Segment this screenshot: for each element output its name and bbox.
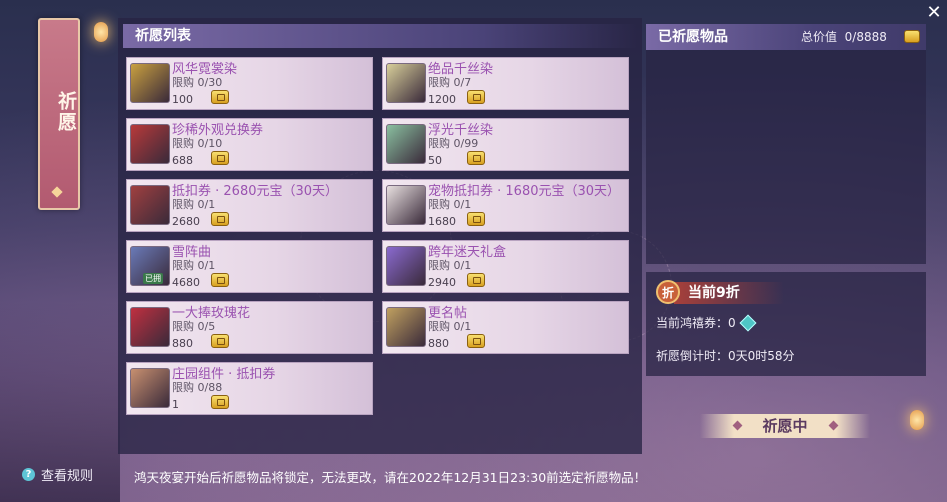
- wish-item-card[interactable]: 雪阵曲 限购 0/1 4680 已拥: [126, 240, 373, 293]
- item-limit: 限购 0/1: [172, 198, 216, 211]
- item-thumbnail: [386, 246, 426, 286]
- item-limit: 限购 0/7: [428, 76, 472, 89]
- wish-item-card[interactable]: 抵扣券 · 2680元宝（30天） 限购 0/1 2680: [126, 179, 373, 232]
- item-limit: 限购 0/1: [428, 259, 472, 272]
- item-limit: 限购 0/88: [172, 381, 223, 394]
- discount-label: 当前9折: [674, 282, 784, 304]
- item-limit: 限购 0/30: [172, 76, 223, 89]
- item-price: 100: [172, 93, 193, 106]
- diamond-ornament-icon: [51, 186, 63, 198]
- wished-items-panel: 已祈愿物品 总价值 0/8888: [646, 24, 926, 264]
- wish-item-card[interactable]: 一大捧玫瑰花 限购 0/5 880: [126, 301, 373, 354]
- wish-status-button[interactable]: 祈愿中: [700, 414, 870, 438]
- wish-item-card[interactable]: 珍稀外观兑换券 限购 0/10 688: [126, 118, 373, 171]
- side-tab-label: 祈愿: [55, 91, 77, 133]
- item-price: 1: [172, 398, 179, 411]
- gold-ingot-icon: [211, 395, 229, 409]
- item-price: 4680: [172, 276, 200, 289]
- total-value-amount: 0/8888: [844, 30, 887, 44]
- item-thumbnail: [130, 124, 170, 164]
- wish-item-card[interactable]: 风华霓裳染 限购 0/30 100: [126, 57, 373, 110]
- coupon-count: 当前鸿禧券：0: [656, 316, 736, 330]
- question-icon: ?: [22, 468, 35, 481]
- item-limit: 限购 0/1: [172, 259, 216, 272]
- gold-ingot-icon: [467, 151, 485, 165]
- item-price: 50: [428, 154, 442, 167]
- item-thumbnail: [130, 63, 170, 103]
- wished-items-header: 已祈愿物品 总价值 0/8888: [646, 24, 926, 50]
- discount-panel: 当前9折 折 当前鸿禧券：0 祈愿倒计时：0天0时58分: [646, 272, 926, 376]
- item-price: 2940: [428, 276, 456, 289]
- item-price: 880: [428, 337, 449, 350]
- item-price: 880: [172, 337, 193, 350]
- item-thumbnail: [130, 307, 170, 347]
- gold-ingot-icon: [211, 90, 229, 104]
- wished-items-title: 已祈愿物品: [658, 29, 728, 45]
- item-thumbnail: [386, 63, 426, 103]
- item-thumbnail: [386, 307, 426, 347]
- lantern-icon: [910, 410, 924, 430]
- owned-badge: 已拥: [143, 273, 163, 284]
- gold-ingot-icon: [211, 151, 229, 165]
- gold-ingot-icon: [467, 212, 485, 226]
- rules-label: 查看规则: [41, 469, 94, 484]
- item-price: 2680: [172, 215, 200, 228]
- gold-ingot-icon: [467, 90, 485, 104]
- gold-ingot-icon: [467, 334, 485, 348]
- coupon-gem-icon[interactable]: [739, 314, 757, 331]
- gold-ingot-icon: [211, 273, 229, 287]
- wish-item-card[interactable]: 浮光千丝染 限购 0/99 50: [382, 118, 629, 171]
- item-limit: 限购 0/1: [428, 198, 472, 211]
- wish-item-card[interactable]: 宠物抵扣券 · 1680元宝（30天） 限购 0/1 1680: [382, 179, 629, 232]
- item-thumbnail: [130, 368, 170, 408]
- diamond-ornament-icon: [732, 420, 743, 431]
- coupon-row: 当前鸿禧券：0: [656, 314, 757, 331]
- wish-list-title: 祈愿列表: [123, 24, 637, 48]
- wish-status-label: 祈愿中: [762, 417, 808, 435]
- item-thumbnail: [386, 124, 426, 164]
- gold-ingot-icon: [211, 334, 229, 348]
- gold-ingot-icon: [904, 30, 920, 43]
- lantern-icon: [94, 22, 108, 42]
- item-thumbnail: [130, 185, 170, 225]
- discount-icon: 折: [656, 280, 680, 304]
- total-value-label: 总价值: [801, 30, 838, 44]
- wish-item-card[interactable]: 跨年迷天礼盒 限购 0/1 2940: [382, 240, 629, 293]
- item-limit: 限购 0/5: [172, 320, 216, 333]
- wish-item-card[interactable]: 更名帖 限购 0/1 880: [382, 301, 629, 354]
- total-value: 总价值 0/8888: [801, 24, 887, 50]
- item-limit: 限购 0/99: [428, 137, 479, 150]
- rules-link[interactable]: ? 查看规则: [22, 465, 93, 484]
- item-price: 1680: [428, 215, 456, 228]
- lock-notice: 鸿天夜宴开始后祈愿物品将锁定，无法更改，请在2022年12月31日23:30前选…: [134, 470, 647, 485]
- diamond-ornament-icon: [828, 420, 839, 431]
- item-limit: 限购 0/10: [172, 137, 223, 150]
- wish-item-card[interactable]: 庄园组件 · 抵扣券 限购 0/88 1: [126, 362, 373, 415]
- wish-countdown: 祈愿倒计时：0天0时58分: [656, 349, 795, 363]
- gold-ingot-icon: [211, 212, 229, 226]
- gold-ingot-icon: [467, 273, 485, 287]
- item-thumbnail: [386, 185, 426, 225]
- item-price: 1200: [428, 93, 456, 106]
- item-limit: 限购 0/1: [428, 320, 472, 333]
- wish-list-panel: 祈愿列表 风华霓裳染 限购 0/30 100 绝品千丝染 限购 0/7 1200 珍稀外观兑…: [118, 18, 642, 454]
- wish-item-card[interactable]: 绝品千丝染 限购 0/7 1200: [382, 57, 629, 110]
- close-button[interactable]: ✕: [924, 3, 944, 23]
- side-tab-wish[interactable]: 祈愿: [38, 18, 80, 210]
- item-price: 688: [172, 154, 193, 167]
